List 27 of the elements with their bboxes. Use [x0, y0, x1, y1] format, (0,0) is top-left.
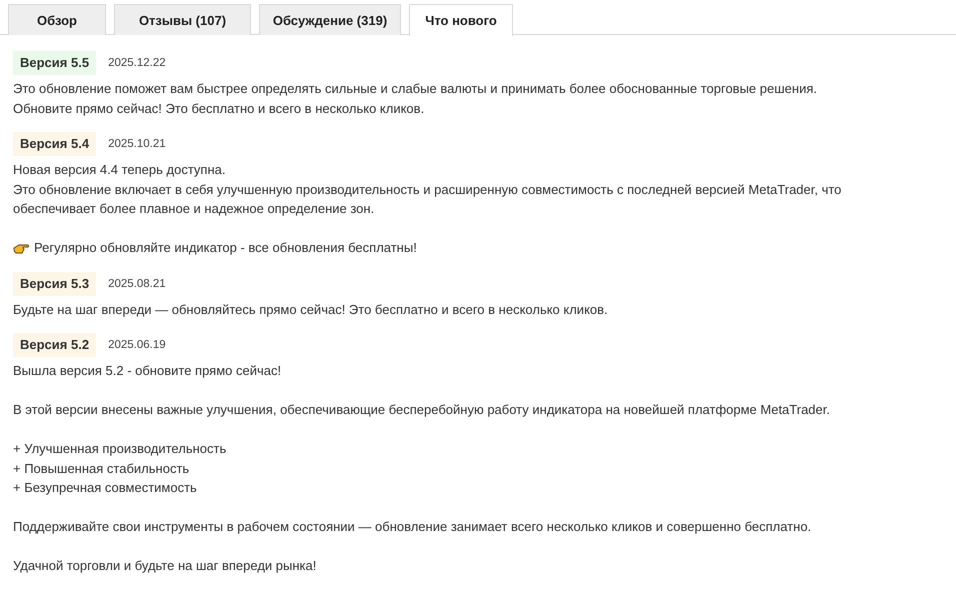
tab[interactable]: Что нового	[409, 4, 513, 36]
tab[interactable]: Отзывы (107)	[114, 4, 251, 35]
version-badge: Версия 5.3	[13, 272, 96, 296]
note-text: Поддерживайте свои инструменты в рабочем состоянии — обновление занимает всего несколько кликов и совершенно бесплатно.	[13, 518, 812, 536]
note-text: Будьте на шаг впереди — обновляйтесь прямо сейчас! Это бесплатно и всего в несколько кликов.	[13, 300, 608, 319]
note-text: Регулярно обновляйте индикатор - все обновления бесплатны!	[34, 239, 417, 257]
tab[interactable]: Обзор	[8, 4, 106, 35]
note-text: обеспечивает более плавное и надежное определение зон.	[13, 200, 374, 218]
release-date: 2025.10.21	[108, 138, 166, 150]
note-text: + Безупречная совместимость	[13, 479, 197, 497]
note-text: В этой версии внесены важные улучшения, обеспечивающие бесперебойную работу индикатора на новейшей платформе MetaTrader.	[13, 401, 830, 419]
release-date: 2025.08.21	[108, 278, 166, 290]
note-text: + Улучшенная производительность	[13, 440, 226, 458]
release-date: 2025.06.19	[108, 339, 166, 351]
note-text: Это обновление включает в себя улучшенную производительность и расширенную совместимость с последней версией MetaTrader, что	[13, 180, 842, 199]
version-badge: Версия 5.4	[13, 132, 96, 156]
note-text: Это обновление поможет вам быстрее определять сильные и слабые валюты и принимать более обоснованные торговые решения.	[13, 80, 817, 98]
note-text: Вышла версия 5.2 - обновите прямо сейчас!	[13, 362, 282, 380]
release-date: 2025.12.22	[108, 57, 166, 69]
pointing-hand-icon	[13, 242, 30, 254]
note-text: Новая версия 4.4 теперь доступна.	[13, 161, 226, 179]
version-badge: Версия 5.5	[13, 51, 96, 75]
note-text: Удачной торговли и будьте на шаг впереди рынка!	[13, 557, 316, 575]
note-text: Обновите прямо сейчас! Это бесплатно и всего в несколько кликов.	[13, 100, 424, 118]
tab[interactable]: Обсуждение (319)	[259, 4, 401, 35]
note-text: + Повышенная стабильность	[13, 460, 190, 478]
version-badge: Версия 5.2	[13, 333, 96, 357]
